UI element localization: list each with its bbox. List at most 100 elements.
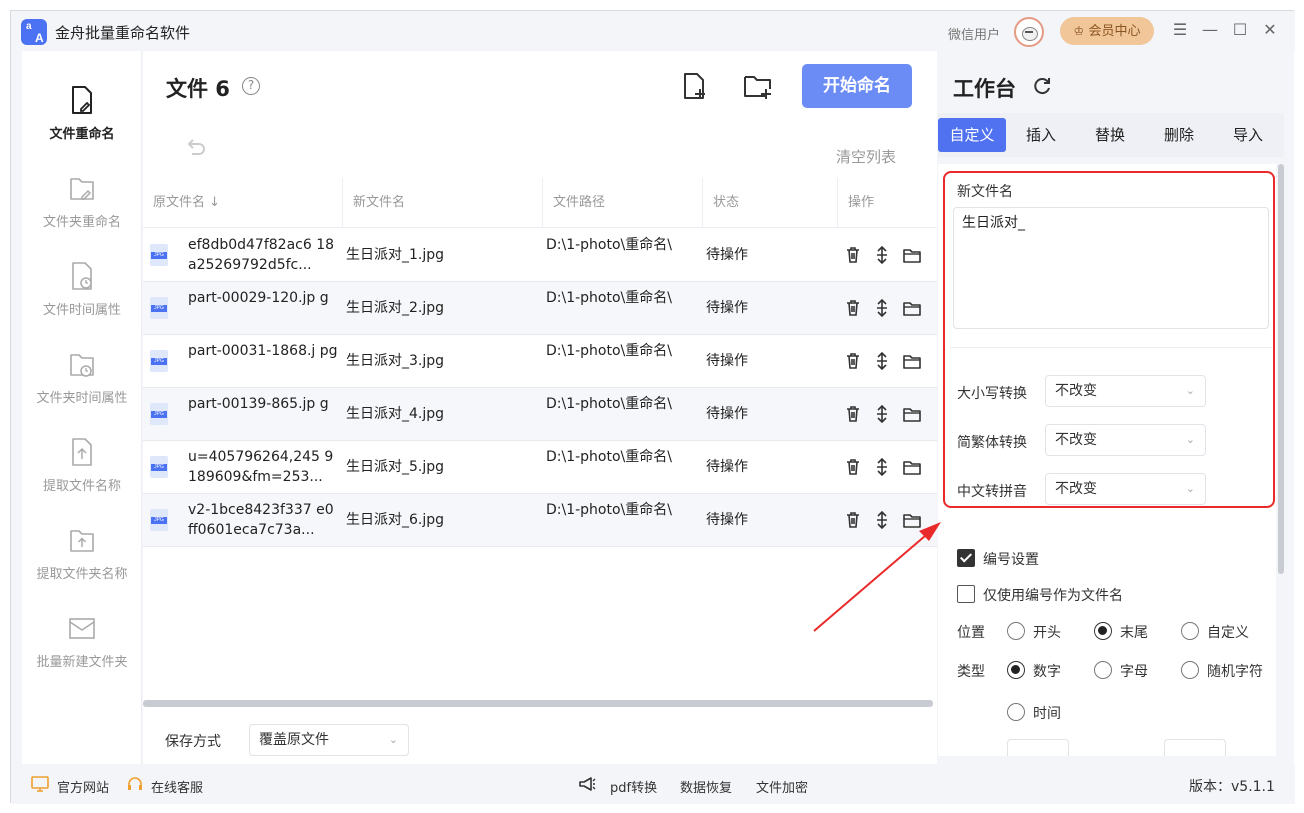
add-folder-icon[interactable] (743, 71, 773, 101)
status-cell: 待操作 (706, 300, 748, 316)
refresh-icon[interactable] (1031, 75, 1053, 97)
online-support-link[interactable]: 在线客服 (151, 777, 203, 796)
sidebar: 文件重命名 文件夹重命名 文件时间属性 文件夹时间属性 提取文件名称 提取文件夹… (22, 51, 142, 764)
sidebar-item-extract-file-name[interactable]: 提取文件名称 (22, 437, 142, 517)
open-folder-icon[interactable] (902, 298, 922, 318)
sidebar-item-folder-time[interactable]: 文件夹时间属性 (22, 349, 142, 429)
close-icon[interactable]: ✕ (1260, 20, 1280, 40)
move-icon[interactable] (872, 404, 892, 424)
monitor-icon (31, 776, 49, 792)
tab-import[interactable]: 导入 (1214, 118, 1282, 152)
vip-center-button[interactable]: ♔ 会员中心 (1060, 17, 1154, 45)
new-name-cell: 生日派对_4.jpg (346, 406, 445, 422)
horizontal-scrollbar[interactable] (143, 700, 933, 707)
type-label: 类型 (957, 664, 985, 680)
step-number-stepper[interactable] (1164, 739, 1226, 756)
chevron-down-icon: ⌄ (1185, 433, 1195, 446)
help-icon[interactable]: ? (242, 77, 260, 95)
menu-icon[interactable]: ☰ (1170, 20, 1190, 40)
sidebar-item-folder-rename[interactable]: 文件夹重命名 (22, 173, 142, 253)
move-icon[interactable] (872, 510, 892, 530)
numbering-checkbox[interactable] (957, 549, 975, 567)
delete-icon[interactable] (843, 510, 863, 530)
official-website-link[interactable]: 官方网站 (57, 777, 109, 796)
case-convert-select[interactable]: 不改变 ⌄ (1045, 375, 1206, 407)
maximize-icon[interactable]: ☐ (1230, 20, 1250, 40)
path-cell: D:\1-photo\重命名\ (546, 290, 672, 306)
table-header: 原文件名 ↓ 新文件名 文件路径 状态 操作 (143, 178, 937, 228)
column-original-name[interactable]: 原文件名 ↓ (153, 178, 220, 228)
table-row[interactable]: part-00031-1868.j pg 生日派对_3.jpg D:\1-photo… (143, 335, 937, 388)
table-row[interactable]: u=405796264,245 9189609&fm=253... 生日派对_5.… (143, 441, 937, 494)
tab-delete[interactable]: 删除 (1145, 118, 1213, 152)
pdf-convert-link[interactable]: pdf转换 (610, 777, 657, 796)
position-custom-radio[interactable] (1181, 622, 1199, 640)
jpg-file-icon (150, 509, 168, 531)
status-cell: 待操作 (706, 512, 748, 528)
traditional-convert-select[interactable]: 不改变 ⌄ (1045, 424, 1206, 456)
table-row[interactable]: v2-1bce8423f337 e0ff0601eca7c73a... 生日派对_… (143, 494, 937, 547)
open-folder-icon[interactable] (902, 510, 922, 530)
sort-down-icon[interactable]: ↓ (209, 195, 220, 210)
tab-insert[interactable]: 插入 (1007, 118, 1075, 152)
jpg-file-icon (150, 456, 168, 478)
position-start-radio[interactable] (1007, 622, 1025, 640)
status-cell: 待操作 (706, 353, 748, 369)
sidebar-item-file-rename[interactable]: 文件重命名 (22, 85, 142, 165)
sidebar-item-batch-new-folder[interactable]: 批量新建文件夹 (22, 613, 142, 693)
undo-icon[interactable] (183, 135, 207, 159)
only-number-checkbox[interactable] (957, 585, 975, 603)
case-convert-label: 大小写转换 (957, 386, 1027, 402)
clear-list-button[interactable]: 清空列表 (836, 146, 896, 167)
open-folder-icon[interactable] (902, 404, 922, 424)
table-row[interactable]: ef8db0d47f82ac6 18a25269792d5fc... 生日派对_1… (143, 229, 937, 282)
new-name-input[interactable]: 生日派对_ (953, 207, 1269, 329)
numbering-label: 编号设置 (983, 552, 1039, 568)
sidebar-item-extract-folder-name[interactable]: 提取文件夹名称 (22, 525, 142, 605)
move-icon[interactable] (872, 298, 892, 318)
vertical-scrollbar[interactable] (1278, 164, 1284, 574)
type-time-radio[interactable] (1007, 703, 1025, 721)
position-end-radio[interactable] (1094, 622, 1112, 640)
move-icon[interactable] (872, 457, 892, 477)
new-name-cell: 生日派对_2.jpg (346, 300, 445, 316)
delete-icon[interactable] (843, 298, 863, 318)
type-number-radio[interactable] (1007, 661, 1025, 679)
tab-replace[interactable]: 替换 (1076, 118, 1144, 152)
avatar[interactable] (1014, 17, 1044, 47)
save-mode-select[interactable]: 覆盖原文件 ⌄ (249, 724, 409, 756)
start-number-stepper[interactable] (1007, 739, 1069, 756)
table-row[interactable]: part-00029-120.jp g 生日派对_2.jpg D:\1-photo\… (143, 282, 937, 335)
add-file-icon[interactable] (680, 71, 710, 101)
pinyin-convert-select[interactable]: 不改变 ⌄ (1045, 473, 1206, 505)
data-recovery-link[interactable]: 数据恢复 (680, 777, 732, 796)
type-letter-radio[interactable] (1094, 661, 1112, 679)
status-cell: 待操作 (706, 247, 748, 263)
start-rename-button[interactable]: 开始命名 (802, 64, 912, 108)
user-name[interactable]: 微信用户 (948, 24, 1000, 43)
column-separator (342, 178, 343, 228)
move-icon[interactable] (872, 351, 892, 371)
save-mode-label: 保存方式 (165, 734, 221, 750)
jpg-file-icon (150, 403, 168, 425)
open-folder-icon[interactable] (902, 351, 922, 371)
jpg-file-icon (150, 350, 168, 372)
delete-icon[interactable] (843, 404, 863, 424)
file-encrypt-link[interactable]: 文件加密 (756, 777, 808, 796)
position-start-label: 开头 (1033, 625, 1061, 641)
type-random-radio[interactable] (1181, 661, 1199, 679)
new-name-cell: 生日派对_3.jpg (346, 353, 445, 369)
sidebar-item-file-time[interactable]: 文件时间属性 (22, 261, 142, 341)
delete-icon[interactable] (843, 457, 863, 477)
tab-custom[interactable]: 自定义 (938, 118, 1006, 152)
new-name-cell: 生日派对_6.jpg (346, 512, 445, 528)
app-window: a A 金舟批量重命名软件 微信用户 ♔ 会员中心 ☰ — ☐ ✕ 文件重命名 … (10, 10, 1295, 804)
move-icon[interactable] (872, 245, 892, 265)
delete-icon[interactable] (843, 351, 863, 371)
delete-icon[interactable] (843, 245, 863, 265)
open-folder-icon[interactable] (902, 457, 922, 477)
minimize-icon[interactable]: — (1200, 20, 1220, 40)
column-actions: 操作 (848, 195, 875, 210)
table-row[interactable]: part-00139-865.jp g 生日派对_4.jpg D:\1-photo\… (143, 388, 937, 441)
open-folder-icon[interactable] (902, 245, 922, 265)
